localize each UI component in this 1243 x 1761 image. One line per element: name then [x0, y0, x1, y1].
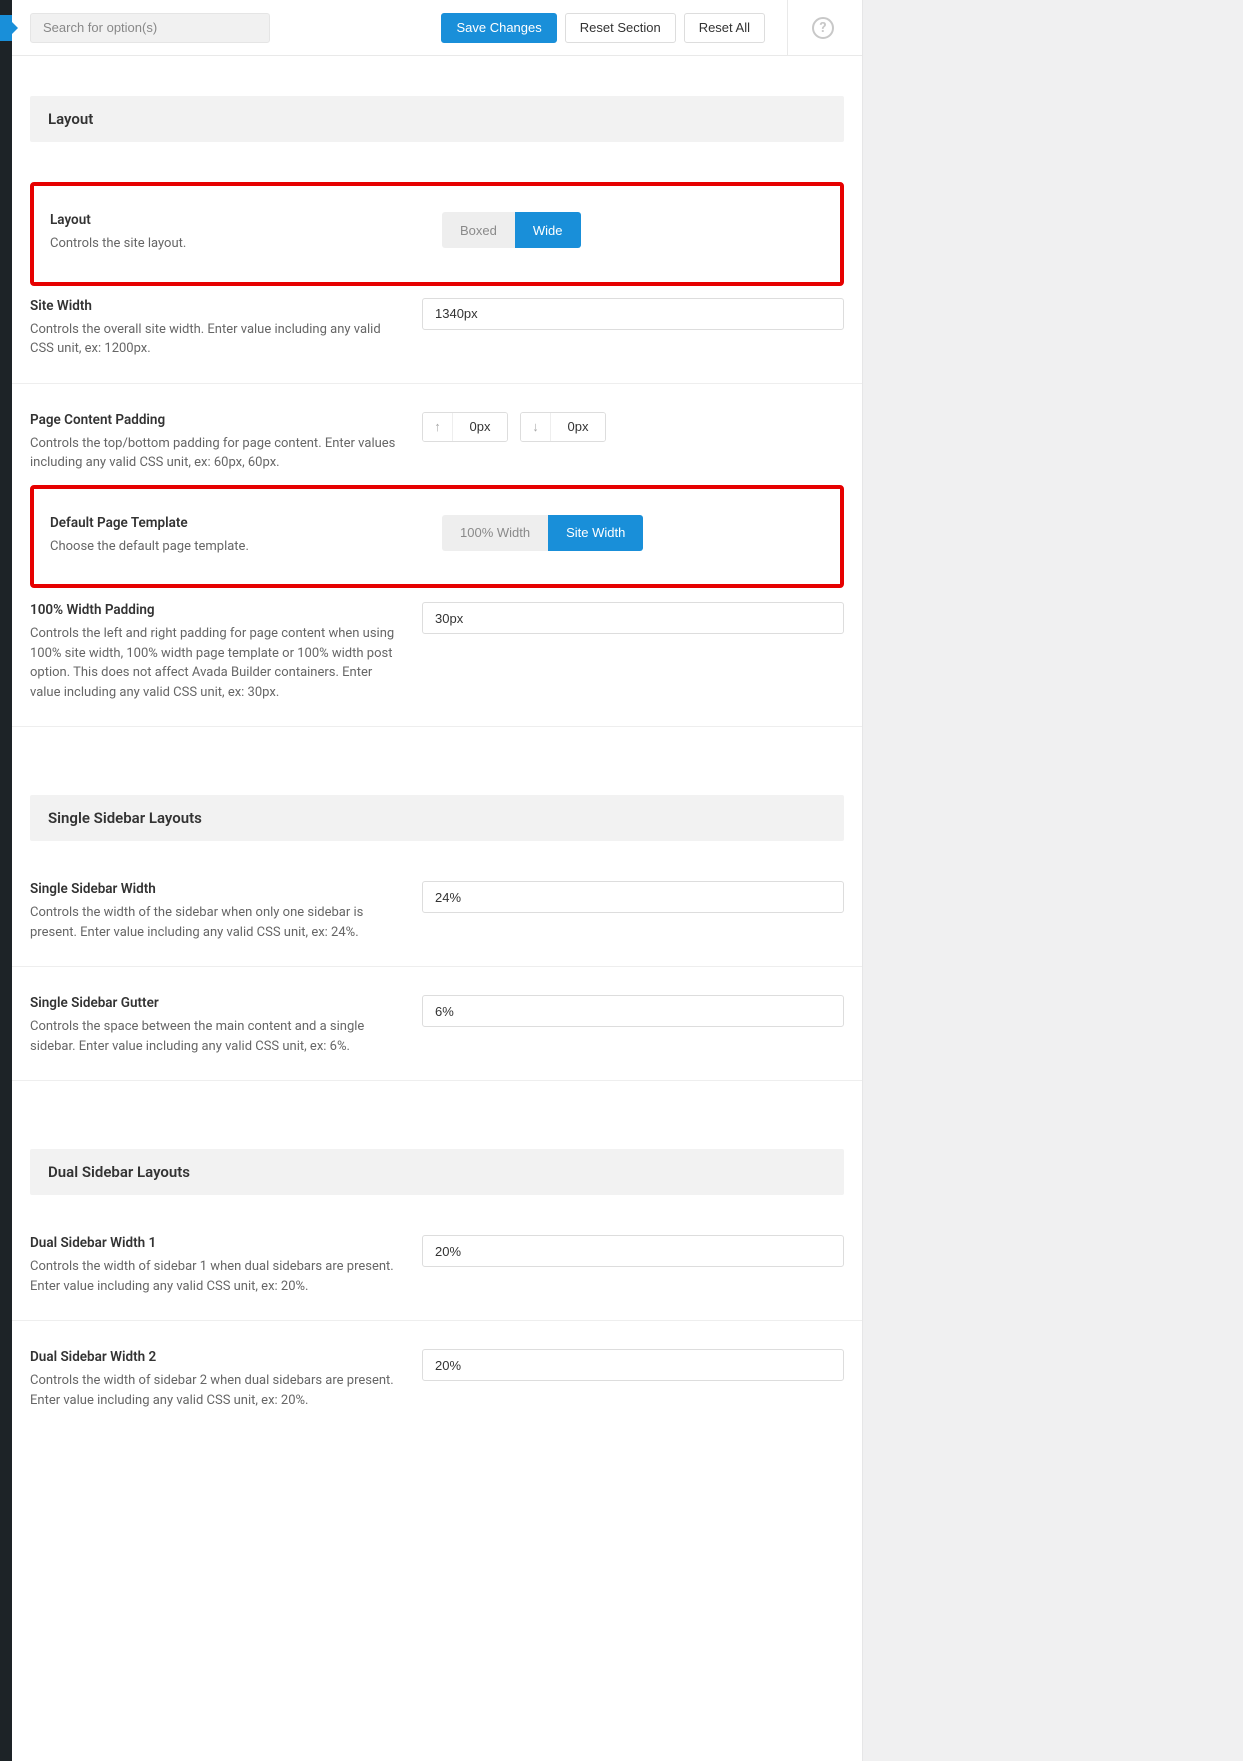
dual-sidebar-width1-input[interactable] [422, 1235, 844, 1267]
option-label: Single Sidebar Gutter [30, 995, 402, 1011]
site-width-input[interactable] [422, 298, 844, 330]
option-label: Dual Sidebar Width 2 [30, 1349, 402, 1365]
default-page-template-toggle: 100% Width Site Width [442, 515, 643, 551]
option-desc: Controls the left and right padding for … [30, 624, 402, 702]
section-header-layout: Layout [30, 96, 844, 142]
option-label: Layout [50, 212, 422, 228]
section-header-dual-sidebar: Dual Sidebar Layouts [30, 1149, 844, 1195]
option-label: Default Page Template [50, 515, 422, 531]
layout-option-wide[interactable]: Wide [515, 212, 581, 248]
help-icon[interactable]: ? [812, 17, 834, 39]
option-label: 100% Width Padding [30, 602, 402, 618]
single-sidebar-width-input[interactable] [422, 881, 844, 913]
search-input[interactable] [30, 13, 270, 43]
layout-option-boxed[interactable]: Boxed [442, 212, 515, 248]
sidebar-collapse-tab[interactable] [0, 15, 12, 41]
padding-top-input[interactable] [453, 413, 507, 441]
callout-layout: Layout Controls the site layout. Boxed W… [30, 182, 844, 286]
option-desc: Controls the overall site width. Enter v… [30, 320, 402, 359]
arrow-down-icon: ↓ [521, 413, 551, 441]
panel-top-bar: Save Changes Reset Section Reset All ? [12, 0, 862, 56]
option-desc: Controls the space between the main cont… [30, 1017, 402, 1056]
padding-bottom-input[interactable] [551, 413, 605, 441]
option-desc: Controls the top/bottom padding for page… [30, 434, 402, 473]
dual-sidebar-width2-input[interactable] [422, 1349, 844, 1381]
single-sidebar-gutter-input[interactable] [422, 995, 844, 1027]
template-option-site-width[interactable]: Site Width [548, 515, 643, 551]
top-divider [787, 0, 788, 56]
option-desc: Controls the width of the sidebar when o… [30, 903, 402, 942]
option-label: Site Width [30, 298, 402, 314]
option-desc: Controls the site layout. [50, 234, 422, 254]
callout-default-page-template: Default Page Template Choose the default… [30, 485, 844, 589]
reset-all-button[interactable]: Reset All [684, 13, 765, 43]
option-label: Page Content Padding [30, 412, 402, 428]
template-option-100-width[interactable]: 100% Width [442, 515, 548, 551]
options-panel: Save Changes Reset Section Reset All ? L… [12, 0, 862, 1761]
padding-bottom-spinner[interactable]: ↓ [520, 412, 606, 442]
padding-top-spinner[interactable]: ↑ [422, 412, 508, 442]
layout-toggle: Boxed Wide [442, 212, 581, 248]
wp-admin-sidebar [0, 0, 12, 1761]
option-desc: Choose the default page template. [50, 537, 422, 557]
option-label: Single Sidebar Width [30, 881, 402, 897]
arrow-up-icon: ↑ [423, 413, 453, 441]
width-100-padding-input[interactable] [422, 602, 844, 634]
reset-section-button[interactable]: Reset Section [565, 13, 676, 43]
padding-spinner-group: ↑ ↓ [422, 412, 844, 442]
section-header-single-sidebar: Single Sidebar Layouts [30, 795, 844, 841]
option-label: Dual Sidebar Width 1 [30, 1235, 402, 1251]
save-changes-button[interactable]: Save Changes [441, 13, 556, 43]
option-desc: Controls the width of sidebar 1 when dua… [30, 1257, 402, 1296]
option-desc: Controls the width of sidebar 2 when dua… [30, 1371, 402, 1410]
